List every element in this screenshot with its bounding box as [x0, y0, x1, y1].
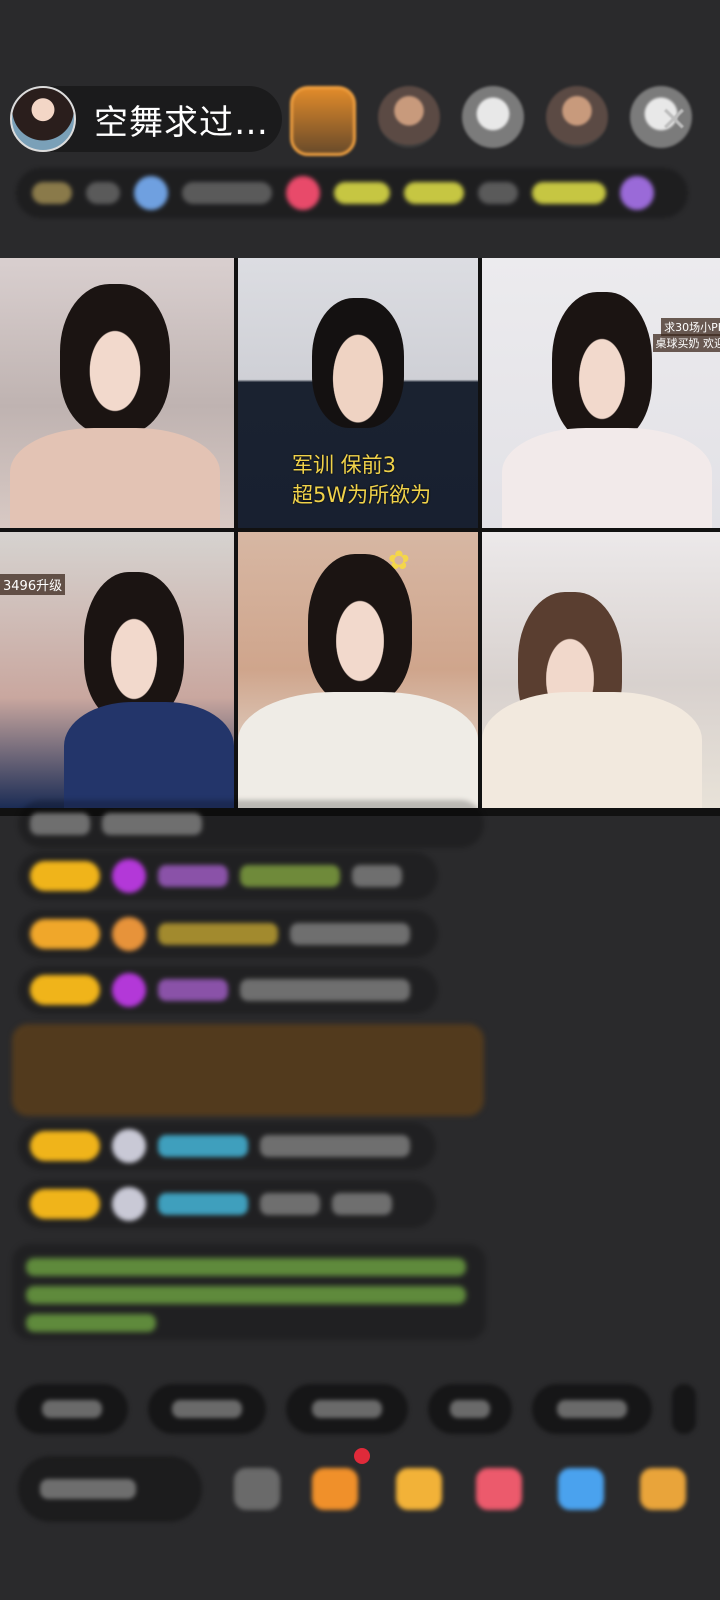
chat-text	[240, 865, 340, 887]
task-icon[interactable]	[312, 1468, 358, 1510]
chat-text	[30, 813, 90, 835]
chat-text	[240, 979, 410, 1001]
video-tile-1[interactable]	[0, 258, 234, 528]
comment-input[interactable]	[18, 1456, 202, 1522]
notification-dot	[354, 1448, 370, 1464]
guest-body	[502, 428, 712, 528]
gift-message[interactable]	[12, 1024, 484, 1116]
chat-username[interactable]	[158, 979, 228, 1001]
rank-icon	[32, 182, 72, 204]
gift-icon	[286, 176, 320, 210]
chat-message[interactable]	[18, 966, 438, 1014]
notice-line	[26, 1258, 466, 1276]
level-badge	[30, 1189, 100, 1219]
video-tile-4[interactable]: 3496升级	[0, 532, 234, 808]
chat-message[interactable]	[18, 1180, 436, 1228]
multi-guest-video-grid: 军训 保前3 超5W为所欲为 求30场小PK 桌球买奶 欢迎 3496升级 ✿	[0, 258, 720, 816]
info-blurred-text	[182, 182, 272, 204]
host-name: 空舞求过…	[94, 102, 269, 143]
video-tile-2[interactable]: 军训 保前3 超5W为所欲为	[238, 258, 478, 528]
fan-badge-icon	[112, 917, 146, 951]
quick-chip[interactable]	[672, 1384, 696, 1434]
host-avatar[interactable]	[10, 86, 76, 152]
chat-message[interactable]	[18, 852, 438, 900]
video-tile-6[interactable]	[482, 532, 720, 808]
info-blurred-text	[334, 182, 390, 204]
quick-reply-chips	[16, 1384, 696, 1434]
viewer-avatar[interactable]	[462, 86, 524, 148]
bottom-action-bar	[0, 1454, 720, 1524]
overlay-line: 超5W为所欲为	[292, 483, 432, 507]
guest-body	[10, 428, 220, 528]
guest-body	[482, 692, 702, 808]
fan-badge-icon	[112, 1187, 146, 1221]
chat-text	[260, 1193, 320, 1215]
guest-body	[64, 702, 234, 808]
tile-tag: 桌球买奶 欢迎	[652, 334, 720, 352]
overlay-line: 军训 保前3	[292, 453, 397, 477]
video-tile-3[interactable]: 求30场小PK 桌球买奶 欢迎	[482, 258, 720, 528]
video-tile-5[interactable]: ✿	[238, 532, 478, 808]
gift-box-icon[interactable]	[396, 1468, 442, 1510]
chat-message[interactable]	[18, 910, 438, 958]
fan-badge-icon	[112, 859, 146, 893]
level-badge	[30, 975, 100, 1005]
guest-body	[238, 692, 478, 808]
chat-text	[352, 865, 402, 887]
guest-face	[84, 572, 184, 722]
level-badge	[30, 919, 100, 949]
viewer-avatar[interactable]	[546, 86, 608, 148]
quick-chip[interactable]	[286, 1384, 408, 1434]
quick-chip[interactable]	[428, 1384, 512, 1434]
viewer-avatar[interactable]	[290, 86, 356, 156]
guest-face	[60, 284, 170, 434]
chat-text	[102, 813, 202, 835]
gift-icon[interactable]	[640, 1468, 686, 1510]
level-badge	[30, 861, 100, 891]
chat-message[interactable]	[18, 800, 484, 848]
chat-username[interactable]	[158, 865, 228, 887]
chat-username[interactable]	[158, 1193, 248, 1215]
fan-badge-icon	[112, 973, 146, 1007]
chat-username[interactable]	[158, 1135, 248, 1157]
chat-username[interactable]	[158, 923, 278, 945]
fan-club-icon[interactable]	[476, 1468, 522, 1510]
quick-chip[interactable]	[532, 1384, 652, 1434]
info-blurred-text	[86, 182, 120, 204]
more-icon[interactable]	[620, 176, 654, 210]
info-blurred-text	[532, 182, 606, 204]
fan-badge-icon	[112, 1129, 146, 1163]
chat-message[interactable]	[18, 1122, 436, 1170]
level-badge	[30, 1131, 100, 1161]
notice-line	[26, 1286, 466, 1304]
system-notice	[12, 1244, 486, 1340]
badge-icon	[134, 176, 168, 210]
notice-line	[26, 1314, 156, 1332]
viewer-avatar[interactable]	[378, 86, 440, 148]
quick-chip[interactable]	[16, 1384, 128, 1434]
chat-text	[290, 923, 410, 945]
close-icon[interactable]: ✕	[654, 100, 694, 140]
chat-text	[332, 1193, 392, 1215]
tile-overlay-text: 军训 保前3 超5W为所欲为	[292, 450, 431, 510]
info-blurred-text	[478, 182, 518, 204]
share-icon[interactable]	[558, 1468, 604, 1510]
guest-face	[552, 292, 652, 442]
quick-chip[interactable]	[148, 1384, 266, 1434]
tile-tag: 3496升级	[0, 574, 66, 595]
emoji-icon[interactable]	[234, 1468, 280, 1510]
guest-face	[312, 298, 404, 428]
top-viewers-list	[290, 86, 692, 156]
room-info-bar[interactable]	[16, 168, 688, 218]
host-info-pill[interactable]: 空舞求过…	[10, 86, 282, 152]
guest-face	[308, 554, 412, 704]
info-blurred-text	[404, 182, 464, 204]
chat-text	[260, 1135, 410, 1157]
